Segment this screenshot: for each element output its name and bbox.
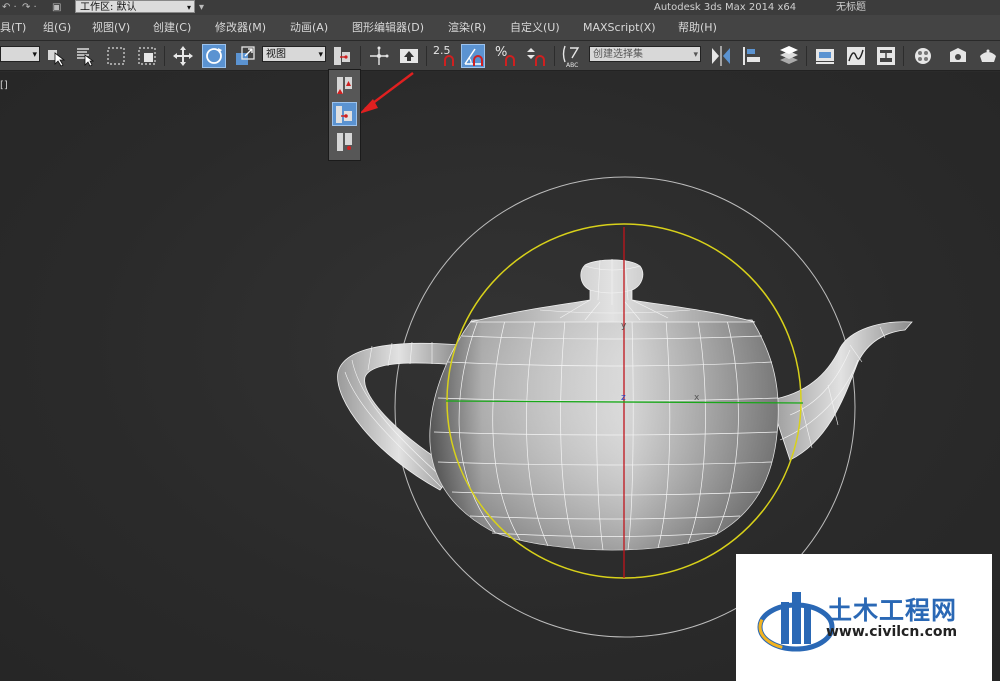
schematic-view-icon [877, 47, 895, 65]
keyboard-override-icon [400, 49, 418, 63]
spinner-snap-icon [527, 48, 545, 66]
redo-icon[interactable]: ↷ · [22, 0, 37, 15]
curve-editor-button[interactable] [844, 44, 868, 68]
select-and-scale-button[interactable] [233, 44, 257, 68]
app-title: Autodesk 3ds Max 2014 x64 [654, 2, 797, 13]
use-pivot-point-center-option[interactable] [332, 74, 357, 98]
spinner-snap-toggle-button[interactable] [523, 44, 547, 68]
magnet-icon [444, 55, 454, 66]
selection-filter-dropdown[interactable]: ▾ [0, 46, 40, 62]
toolbar-separator [164, 46, 165, 66]
scene-explorer-button[interactable] [813, 44, 837, 68]
main-toolbar: ▾ 视图 ▾ 2.5 % ABC 创建选择集 ▾ [0, 41, 1000, 71]
reference-coordinate-dropdown[interactable]: 视图 ▾ [262, 46, 326, 62]
toolbar-separator [360, 46, 361, 66]
select-and-rotate-button[interactable] [202, 44, 226, 68]
document-title: 无标题 [836, 2, 866, 13]
menu-tools[interactable]: 具(T) [0, 15, 26, 40]
watermark-url: www.civilcn.com [826, 624, 958, 640]
menu-group[interactable]: 组(G) [43, 15, 71, 40]
move-icon [173, 46, 193, 66]
percent-snap-toggle-button[interactable]: % [493, 44, 517, 68]
svg-text:ABC: ABC [566, 62, 578, 68]
toolbar-separator [806, 46, 807, 66]
menu-views[interactable]: 视图(V) [92, 15, 130, 40]
menu-rendering[interactable]: 渲染(R) [448, 15, 486, 40]
named-selection-placeholder: 创建选择集 [593, 49, 643, 60]
material-editor-icon [915, 48, 931, 64]
select-and-manipulate-button[interactable] [367, 44, 391, 68]
curve-editor-icon [847, 47, 865, 65]
named-selection-icon: ABC [562, 45, 580, 69]
material-editor-button[interactable] [911, 44, 935, 68]
pivot-center-icon [334, 47, 350, 65]
named-selection-sets-dropdown[interactable]: 创建选择集 ▾ [589, 46, 701, 62]
watermark-name: 土木工程网 [827, 596, 958, 625]
menu-bar: 具(T) 组(G) 视图(V) 创建(C) 修改器(M) 动画(A) 图形编辑器… [0, 15, 1000, 41]
chevron-down-icon: ▾ [186, 3, 191, 12]
select-and-move-button[interactable] [171, 44, 195, 68]
angle-snap-toggle-button[interactable] [461, 44, 485, 68]
workspace-label: 工作区: 默认 [80, 2, 137, 13]
use-selection-center-option[interactable] [332, 102, 357, 126]
keyboard-shortcut-override-button[interactable] [397, 44, 421, 68]
magnet-icon [505, 55, 515, 66]
angle-snap-icon [464, 48, 483, 66]
use-transform-coordinate-center-option[interactable] [332, 130, 357, 154]
layer-manager-button[interactable] [777, 44, 801, 68]
menu-animation[interactable]: 动画(A) [290, 15, 328, 40]
scale-icon [236, 46, 255, 65]
select-by-name-icon [77, 48, 95, 67]
window-crossing-button[interactable] [135, 44, 159, 68]
toolbar-separator [903, 46, 904, 66]
render-setup-button[interactable] [946, 44, 970, 68]
chevron-down-icon: ▾ [32, 50, 37, 60]
viewport-label[interactable]: [] [0, 80, 8, 91]
transform-coordinate-center-icon [337, 133, 352, 151]
chevron-down-icon: ▾ [318, 50, 323, 60]
rectangle-selection-icon [107, 47, 125, 65]
menu-modifiers[interactable]: 修改器(M) [215, 15, 266, 40]
layers-icon [780, 46, 798, 64]
render-production-button[interactable] [976, 44, 1000, 68]
rectangular-selection-button[interactable] [104, 44, 128, 68]
toolbar-separator [426, 46, 427, 66]
rotate-icon [206, 48, 222, 64]
reference-coordinate-value: 视图 [266, 49, 286, 60]
align-icon [743, 47, 760, 65]
menu-customize[interactable]: 自定义(U) [510, 15, 560, 40]
menu-help[interactable]: 帮助(H) [678, 15, 717, 40]
project-folder-icon[interactable]: ▣ [52, 0, 61, 15]
mirror-icon [712, 46, 730, 66]
menu-graph-editors[interactable]: 图形编辑器(D) [352, 15, 424, 40]
pivot-center-flyout [328, 69, 361, 161]
chevron-down-icon: ▾ [693, 50, 698, 60]
teapot-render-icon [980, 49, 996, 62]
workspace-dropdown[interactable]: 工作区: 默认 ▾ [75, 0, 195, 13]
use-pivot-center-button[interactable] [331, 44, 355, 68]
manipulate-icon [370, 46, 389, 65]
undo-icon[interactable]: ↶ · [2, 0, 17, 15]
schematic-view-button[interactable] [874, 44, 898, 68]
scene-explorer-icon [816, 49, 834, 64]
menu-maxscript[interactable]: MAXScript(X) [583, 15, 656, 40]
toolbar-separator [554, 46, 555, 66]
select-by-name-button[interactable] [73, 44, 97, 68]
snaps-toggle-button[interactable]: 2.5 [432, 44, 456, 68]
window-crossing-icon [138, 47, 156, 65]
menu-create[interactable]: 创建(C) [153, 15, 191, 40]
render-setup-icon [950, 48, 966, 62]
align-button[interactable] [740, 44, 764, 68]
title-bar: ↶ · ↷ · ▣ 工作区: 默认 ▾ ▾ Autodesk 3ds Max 2… [0, 0, 1000, 15]
select-object-icon [48, 50, 66, 67]
select-object-button[interactable] [44, 44, 68, 68]
selection-center-icon [336, 106, 352, 123]
edit-named-selection-button[interactable]: ABC [560, 44, 584, 69]
pivot-point-center-icon [337, 77, 352, 94]
mirror-button[interactable] [709, 44, 733, 68]
quick-access-menu-icon[interactable]: ▾ [199, 0, 204, 15]
